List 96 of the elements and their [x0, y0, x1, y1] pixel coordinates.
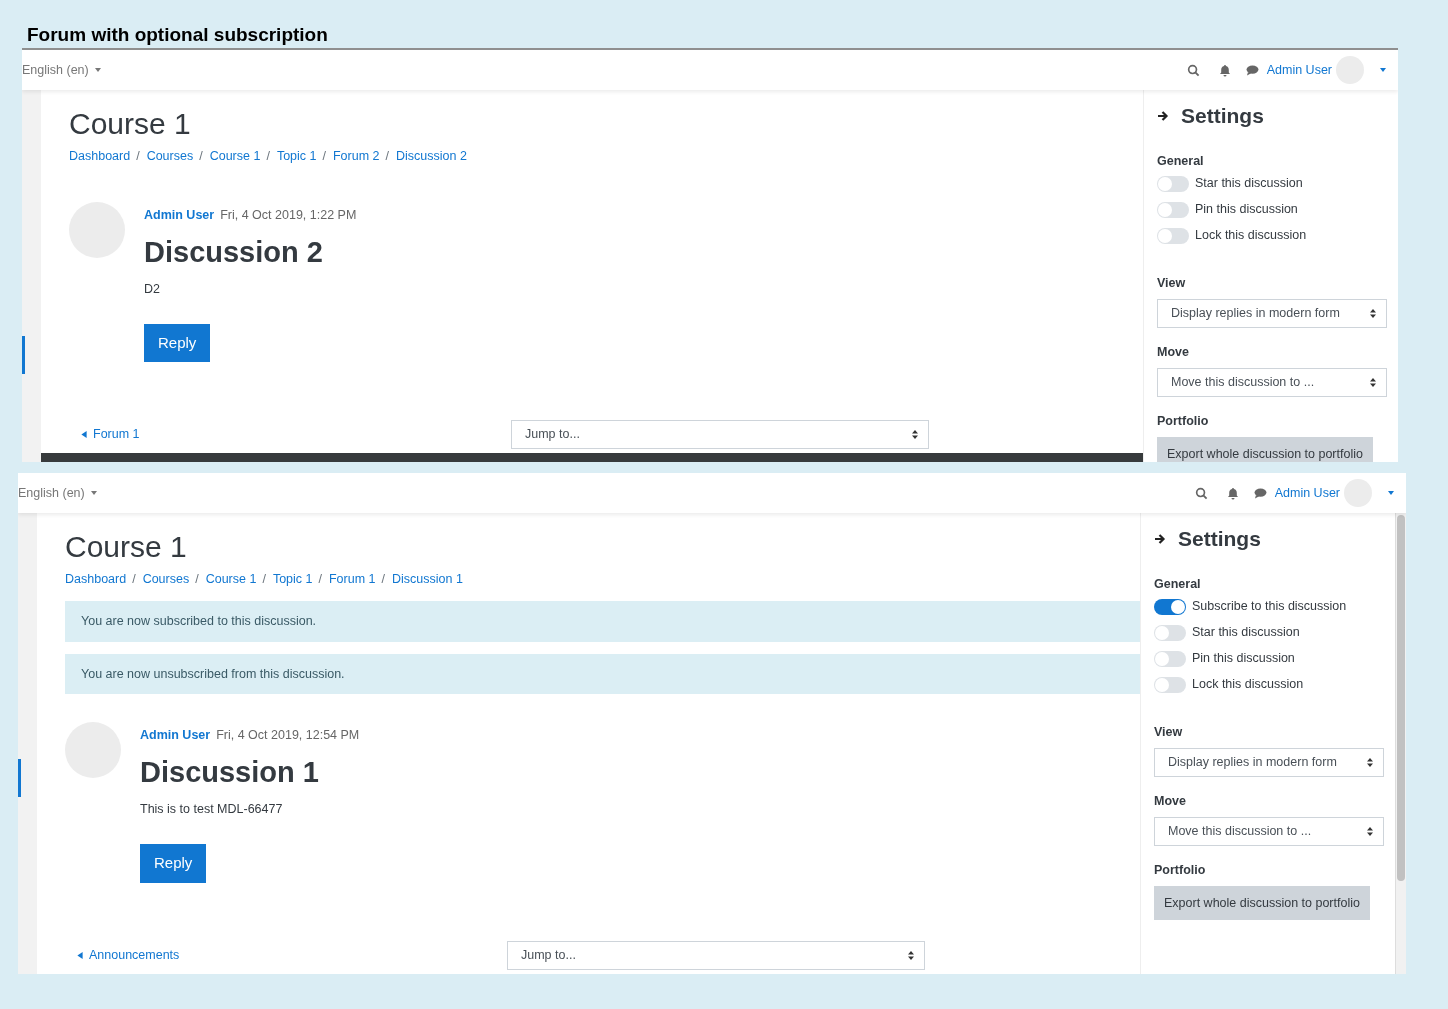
- section-label: Portfolio: [1154, 861, 1207, 879]
- breadcrumb-separator: /: [385, 148, 389, 165]
- section-label: Portfolio: [1157, 412, 1210, 430]
- active-marker: [22, 336, 25, 374]
- info-notice: You are now unsubscribed from this discussion.: [65, 653, 1140, 695]
- section-label: Move: [1154, 793, 1187, 810]
- toggle-switch[interactable]: [1154, 676, 1186, 693]
- toggle-label: Star this discussion: [1195, 175, 1303, 193]
- chat-icon[interactable]: [1245, 64, 1259, 76]
- breadcrumb-link[interactable]: Courses: [142, 570, 190, 589]
- bell-icon[interactable]: [1218, 63, 1231, 77]
- breadcrumb-link[interactable]: Discussion 2: [396, 147, 467, 166]
- breadcrumb-link[interactable]: Course 1: [209, 147, 261, 166]
- dropdown-caret-icon[interactable]: [1388, 491, 1394, 495]
- breadcrumb-separator: /: [266, 148, 270, 165]
- bell-icon[interactable]: [1226, 486, 1239, 500]
- settings-heading: Settings: [1181, 103, 1264, 129]
- reply-button[interactable]: Reply: [144, 323, 211, 362]
- info-notice: You are now subscribed to this discussion.: [65, 600, 1140, 642]
- breadcrumb-link[interactable]: Courses: [146, 147, 194, 166]
- post-date: Fri, 4 Oct 2019, 1:22 PM: [220, 207, 357, 222]
- breadcrumb-separator: /: [262, 571, 266, 588]
- reply-button[interactable]: Reply: [140, 844, 207, 883]
- toggle-label: Pin this discussion: [1195, 201, 1298, 219]
- active-marker: [18, 759, 21, 797]
- breadcrumb-separator: /: [322, 148, 326, 165]
- post-body: This is to test MDL-66477: [140, 801, 284, 819]
- breadcrumb-link[interactable]: Discussion 1: [392, 570, 463, 589]
- section-label: Move: [1157, 344, 1190, 361]
- view-select[interactable]: Display replies in modern form: [1157, 299, 1387, 328]
- jump-to-select[interactable]: Jump to...: [511, 420, 929, 449]
- sort-arrows-icon[interactable]: [1370, 309, 1376, 318]
- course-heading: Course 1: [69, 106, 192, 142]
- left-triangle-icon[interactable]: [77, 951, 83, 959]
- toggle-label: Lock this discussion: [1192, 676, 1304, 694]
- search-icon[interactable]: [1186, 63, 1200, 77]
- breadcrumb-link[interactable]: Topic 1: [276, 147, 317, 166]
- user-menu-link[interactable]: Admin User: [1274, 483, 1340, 503]
- toggle-label: Subscribe to this discussion: [1192, 598, 1347, 616]
- scrollbar[interactable]: [1395, 513, 1406, 974]
- section-label: General: [1157, 152, 1205, 170]
- breadcrumb-separator: /: [132, 571, 136, 588]
- search-icon[interactable]: [1194, 486, 1208, 500]
- breadcrumb-link[interactable]: Topic 1: [272, 570, 313, 589]
- toggle-switch[interactable]: [1157, 201, 1189, 218]
- language-menu[interactable]: English (en): [18, 483, 97, 503]
- breadcrumb-separator: /: [381, 571, 385, 588]
- breadcrumb-separator: /: [318, 571, 322, 588]
- settings-heading: Settings: [1178, 526, 1261, 552]
- sort-arrows-icon[interactable]: [908, 950, 914, 960]
- post-body: D2: [144, 280, 161, 298]
- breadcrumb-link[interactable]: Course 1: [205, 570, 257, 589]
- author-link[interactable]: Admin User: [144, 207, 215, 222]
- chat-icon[interactable]: [1253, 487, 1267, 499]
- export-portfolio-button[interactable]: Export whole discussion to portfolio: [1154, 885, 1370, 921]
- move-select[interactable]: Move this discussion to ...: [1157, 367, 1387, 397]
- jump-to-select[interactable]: Jump to...: [507, 940, 925, 970]
- breadcrumb-separator: /: [195, 571, 199, 588]
- breadcrumb-link[interactable]: Dashboard: [69, 147, 131, 166]
- export-portfolio-button[interactable]: Export whole discussion to portfolio: [1157, 436, 1373, 462]
- dropdown-caret-icon[interactable]: [1380, 68, 1386, 72]
- breadcrumb-separator: /: [199, 148, 203, 165]
- sort-arrows-icon[interactable]: [1367, 758, 1373, 767]
- course-heading: Course 1: [65, 529, 188, 565]
- language-menu[interactable]: English (en): [22, 60, 101, 80]
- previous-activity-link[interactable]: Announcements: [77, 945, 507, 965]
- section-label: View: [1154, 724, 1184, 742]
- post-title: Discussion 2: [144, 234, 324, 270]
- toggle-label: Pin this discussion: [1192, 650, 1295, 668]
- breadcrumb-separator: /: [136, 148, 140, 165]
- toggle-switch[interactable]: [1157, 175, 1189, 192]
- post-date: Fri, 4 Oct 2019, 12:54 PM: [216, 728, 360, 743]
- toggle-label: Star this discussion: [1192, 624, 1300, 642]
- view-select[interactable]: Display replies in modern form: [1154, 748, 1384, 777]
- left-triangle-icon[interactable]: [81, 431, 87, 439]
- section-label: View: [1157, 275, 1187, 293]
- sort-arrows-icon[interactable]: [1370, 377, 1376, 387]
- author-link[interactable]: Admin User: [140, 728, 211, 743]
- post-title: Discussion 1: [140, 755, 320, 791]
- breadcrumb-link[interactable]: Forum 1: [329, 570, 376, 589]
- sort-arrows-icon[interactable]: [1367, 826, 1373, 836]
- toggle-switch[interactable]: [1154, 598, 1186, 615]
- toggle-switch[interactable]: [1157, 227, 1189, 244]
- arrow-right-icon[interactable]: [1154, 532, 1166, 545]
- user-menu-link[interactable]: Admin User: [1266, 60, 1332, 80]
- move-select[interactable]: Move this discussion to ...: [1154, 816, 1384, 846]
- toggle-switch[interactable]: [1154, 624, 1186, 641]
- previous-activity-link[interactable]: Forum 1: [81, 425, 511, 444]
- breadcrumb-link[interactable]: Forum 2: [333, 147, 380, 166]
- toggle-label: Lock this discussion: [1195, 227, 1307, 245]
- toggle-switch[interactable]: [1154, 650, 1186, 667]
- sort-arrows-icon[interactable]: [912, 430, 918, 439]
- breadcrumb-link[interactable]: Dashboard: [65, 570, 127, 589]
- section-label: General: [1154, 575, 1202, 593]
- arrow-right-icon[interactable]: [1157, 109, 1169, 122]
- page-title: Forum with optional subscription: [26, 23, 328, 47]
